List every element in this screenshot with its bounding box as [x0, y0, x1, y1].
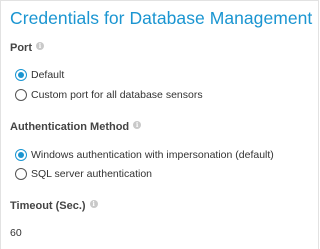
radio-selected-icon[interactable]: [15, 149, 27, 161]
timeout-input[interactable]: [10, 225, 310, 241]
timeout-label: Timeout (Sec.): [10, 200, 86, 212]
info-icon[interactable]: i: [89, 200, 98, 208]
info-icon[interactable]: i: [133, 121, 142, 129]
auth-method-label: Authentication Method: [10, 121, 130, 133]
timeout-label-row: Timeout (Sec.) i: [10, 200, 98, 212]
auth-method-label-row: Authentication Method i: [10, 121, 142, 133]
credentials-panel: Credentials for Database Management Syst…: [0, 0, 319, 249]
port-option-default[interactable]: Default: [15, 68, 64, 82]
auth-option-windows[interactable]: Windows authentication with impersonatio…: [15, 148, 274, 162]
port-option-custom-label: Custom port for all database sensors: [31, 89, 203, 101]
section-title: Credentials for Database Management Syst…: [10, 8, 318, 28]
port-option-default-label: Default: [31, 69, 65, 81]
auth-option-windows-label: Windows authentication with impersonatio…: [31, 149, 274, 161]
port-label-row: Port i: [10, 42, 44, 54]
info-icon[interactable]: i: [36, 42, 44, 50]
port-option-custom[interactable]: Custom port for all database sensors: [15, 88, 203, 102]
auth-option-sql-label: SQL server authentication: [31, 168, 153, 180]
radio-unselected-icon[interactable]: [15, 168, 27, 180]
radio-selected-icon[interactable]: [15, 69, 27, 81]
port-label: Port: [10, 42, 32, 54]
radio-unselected-icon[interactable]: [15, 89, 27, 101]
auth-option-sql[interactable]: SQL server authentication: [15, 167, 152, 181]
